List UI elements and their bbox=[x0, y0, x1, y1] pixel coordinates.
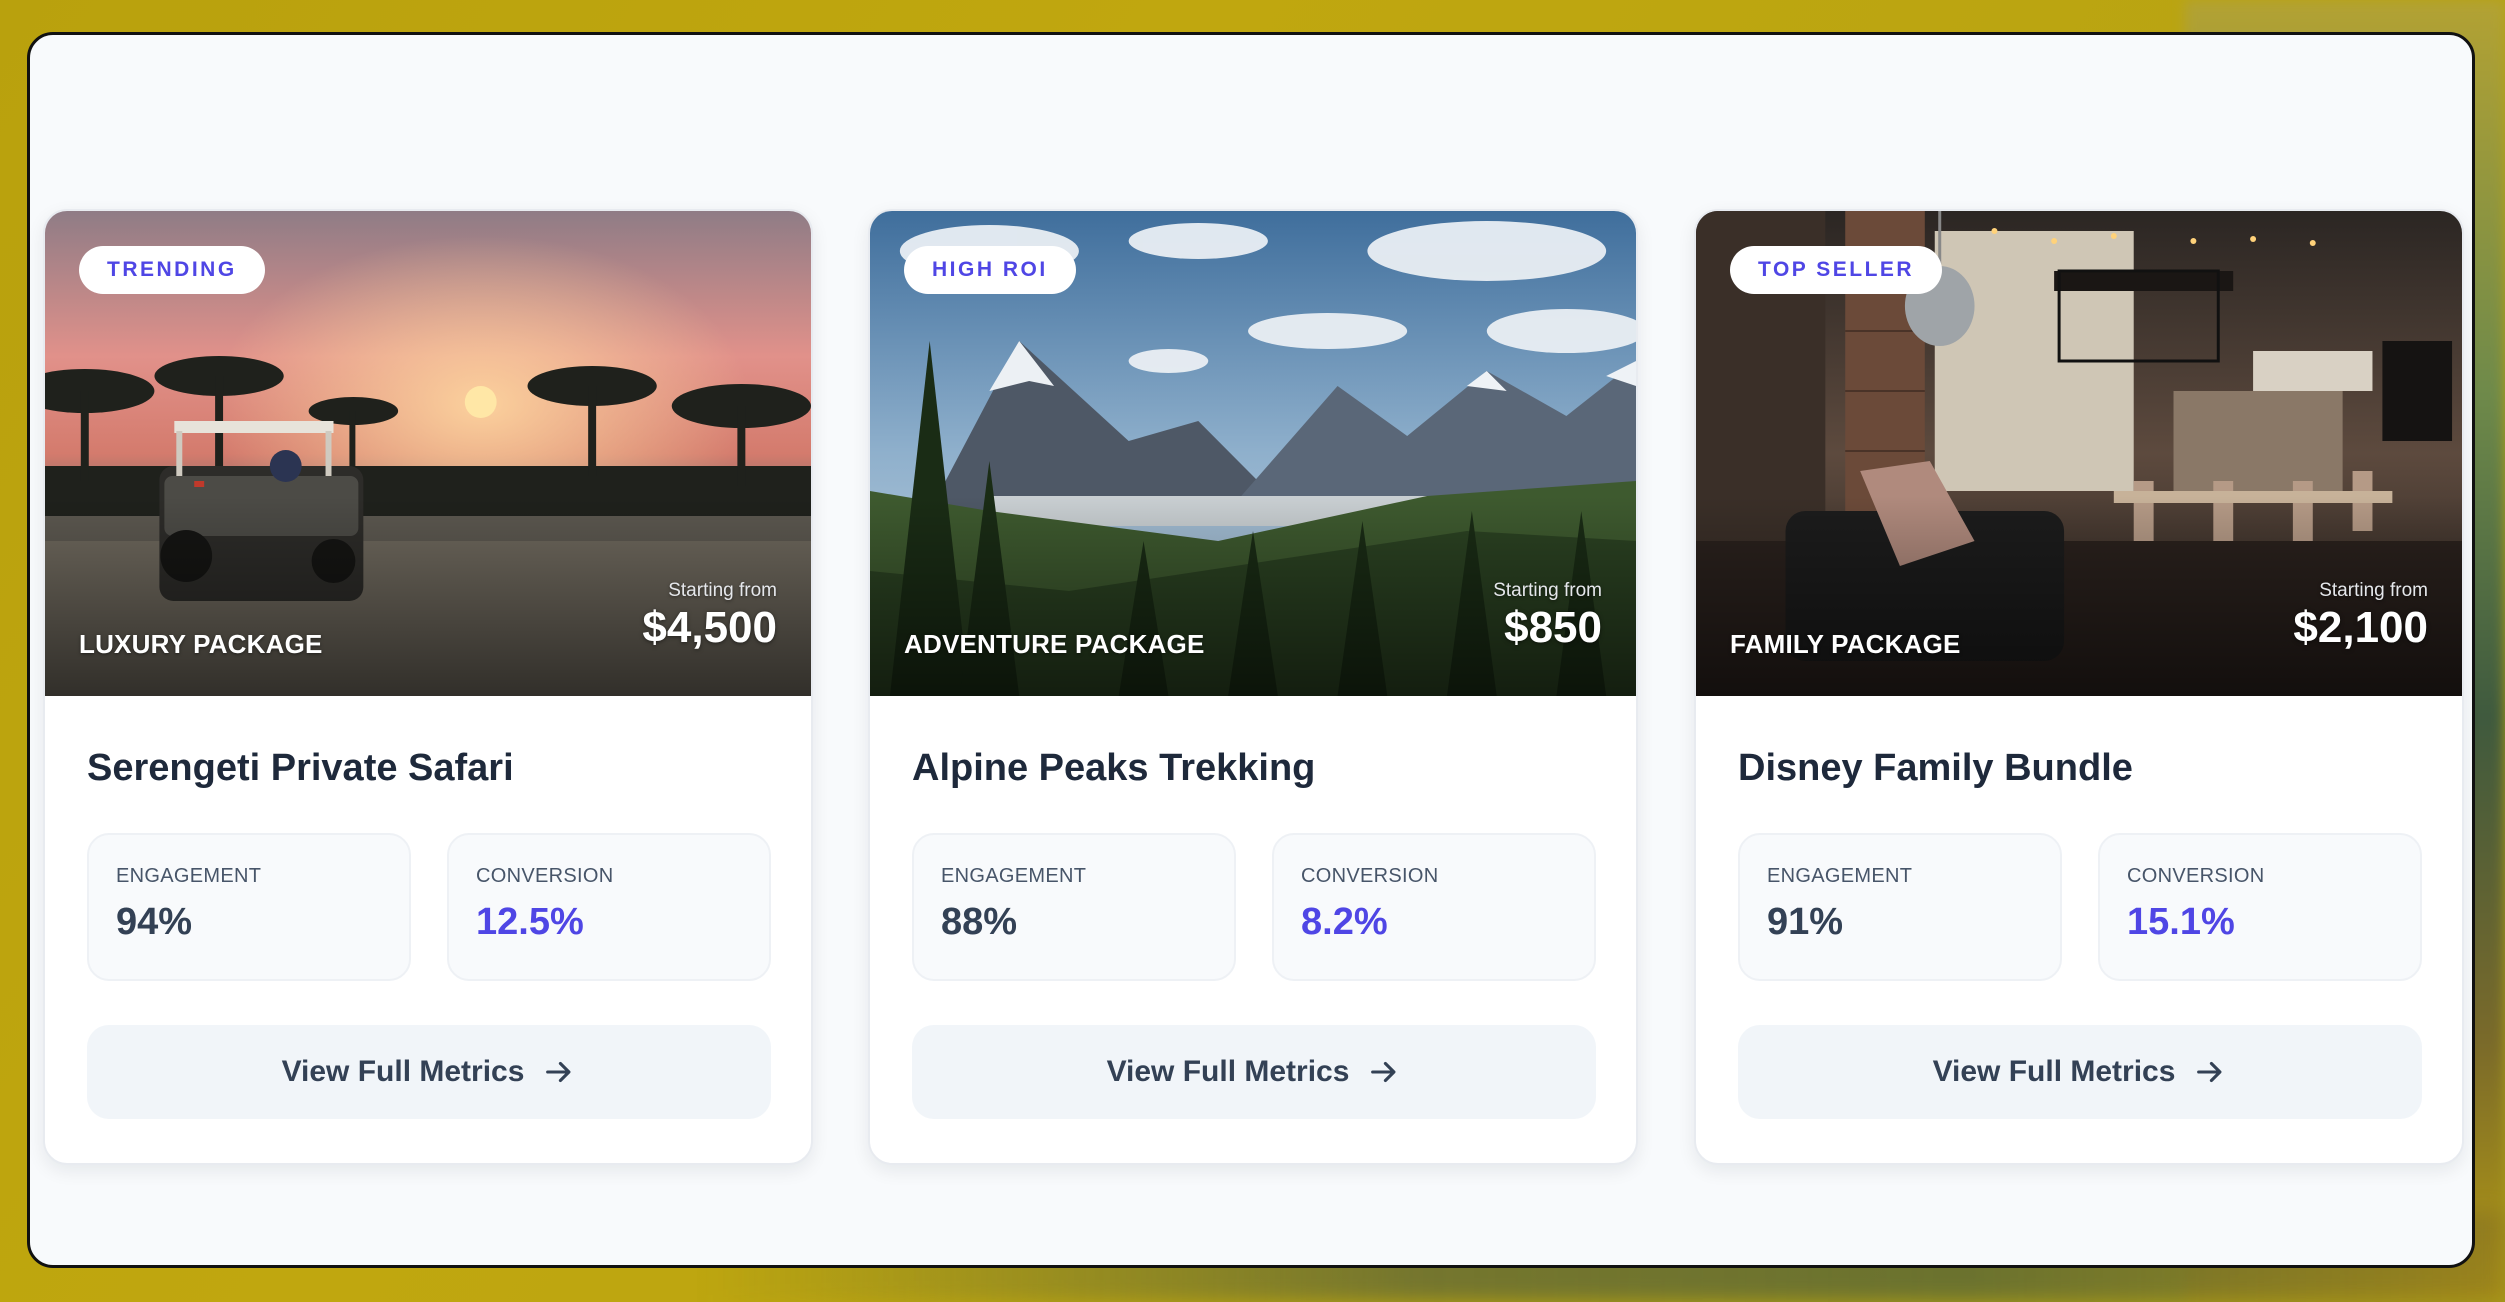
metric-value: 8.2% bbox=[1301, 901, 1388, 943]
package-type-label: LUXURY PACKAGE bbox=[79, 629, 323, 659]
package-type-label: FAMILY PACKAGE bbox=[1730, 629, 1961, 659]
metric-engagement: ENGAGEMENT 91% bbox=[1738, 833, 2062, 981]
metric-label: CONVERSION bbox=[2127, 865, 2265, 887]
metric-label: ENGAGEMENT bbox=[116, 865, 262, 887]
view-full-metrics-button[interactable]: View Full Metrics bbox=[87, 1025, 771, 1119]
price-value: $2,100 bbox=[2293, 603, 2428, 652]
metric-label: CONVERSION bbox=[1301, 865, 1439, 887]
view-full-metrics-button[interactable]: View Full Metrics bbox=[1738, 1025, 2422, 1119]
price-prefix: Starting from bbox=[668, 580, 777, 601]
metric-value: 88% bbox=[941, 901, 1018, 943]
metric-value: 15.1% bbox=[2127, 901, 2235, 943]
hero-image-alpine: HIGH ROI ADVENTURE PACKAGE Starting from… bbox=[870, 211, 1636, 696]
status-badge: TOP SELLER bbox=[1730, 246, 1943, 294]
price-prefix: Starting from bbox=[2319, 580, 2428, 601]
arrow-right-icon bbox=[542, 1055, 576, 1089]
button-label: View Full Metrics bbox=[1106, 1055, 1350, 1088]
cards-panel: TRENDING LUXURY PACKAGE Starting from $4… bbox=[27, 32, 2475, 1268]
metric-conversion: CONVERSION 15.1% bbox=[2098, 833, 2422, 981]
arrow-right-icon bbox=[1367, 1055, 1401, 1089]
price-prefix: Starting from bbox=[1493, 580, 1602, 601]
status-badge: TRENDING bbox=[79, 246, 265, 294]
view-full-metrics-button[interactable]: View Full Metrics bbox=[912, 1025, 1596, 1119]
metric-value: 12.5% bbox=[476, 901, 584, 943]
card-title: Serengeti Private Safari bbox=[87, 747, 514, 789]
metric-engagement: ENGAGEMENT 94% bbox=[87, 833, 411, 981]
metric-label: ENGAGEMENT bbox=[1767, 865, 1913, 887]
metric-value: 94% bbox=[116, 901, 193, 943]
package-card-safari: TRENDING LUXURY PACKAGE Starting from $4… bbox=[43, 209, 813, 1165]
metric-label: ENGAGEMENT bbox=[941, 865, 1087, 887]
price-value: $850 bbox=[1504, 603, 1602, 652]
metric-value: 91% bbox=[1767, 901, 1844, 943]
button-label: View Full Metrics bbox=[1932, 1055, 2176, 1088]
metric-label: CONVERSION bbox=[476, 865, 614, 887]
card-title: Alpine Peaks Trekking bbox=[912, 747, 1316, 789]
metric-engagement: ENGAGEMENT 88% bbox=[912, 833, 1236, 981]
metric-conversion: CONVERSION 12.5% bbox=[447, 833, 771, 981]
hero-image-safari: TRENDING LUXURY PACKAGE Starting from $4… bbox=[45, 211, 811, 696]
metric-conversion: CONVERSION 8.2% bbox=[1272, 833, 1596, 981]
price-value: $4,500 bbox=[642, 603, 777, 652]
arrow-right-icon bbox=[2193, 1055, 2227, 1089]
status-badge: HIGH ROI bbox=[904, 246, 1076, 294]
button-label: View Full Metrics bbox=[281, 1055, 525, 1088]
package-card-alpine: HIGH ROI ADVENTURE PACKAGE Starting from… bbox=[868, 209, 1638, 1165]
card-title: Disney Family Bundle bbox=[1738, 747, 2133, 789]
hero-image-loft: TOP SELLER FAMILY PACKAGE Starting from … bbox=[1696, 211, 2462, 696]
package-card-disney: TOP SELLER FAMILY PACKAGE Starting from … bbox=[1694, 209, 2464, 1165]
package-type-label: ADVENTURE PACKAGE bbox=[904, 629, 1205, 659]
